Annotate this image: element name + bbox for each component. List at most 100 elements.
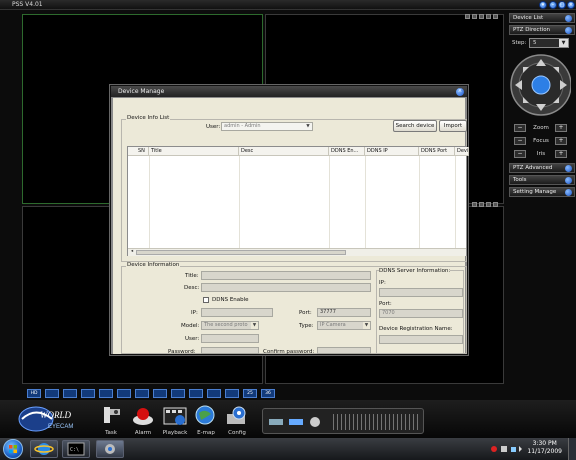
desc-field[interactable] bbox=[201, 283, 371, 292]
dialog-title: Device Manage bbox=[118, 88, 165, 95]
pane-control-icon[interactable] bbox=[472, 14, 477, 19]
tools-header[interactable]: Tools bbox=[509, 175, 575, 185]
layout-button-hd[interactable]: HD bbox=[27, 389, 41, 398]
horizontal-scrollbar[interactable]: ◂ bbox=[128, 248, 466, 256]
focus-in-button[interactable]: + bbox=[555, 137, 567, 145]
focus-out-button[interactable]: − bbox=[514, 137, 526, 145]
column-ddns-ip[interactable]: DDNS IP bbox=[365, 147, 419, 156]
ddns-enable-checkbox[interactable] bbox=[203, 297, 209, 303]
ptz-advanced-header[interactable]: PTZ Advanced bbox=[509, 163, 575, 173]
iris-open-button[interactable]: + bbox=[555, 150, 567, 158]
dialog-body: Device Info List User: admin - Admin ▼ S… bbox=[113, 98, 469, 355]
import-button[interactable]: Import bbox=[439, 120, 467, 132]
step-select[interactable]: 5 ▼ bbox=[529, 38, 569, 48]
pss-taskbar-icon[interactable] bbox=[96, 440, 124, 458]
layout-button[interactable] bbox=[225, 389, 239, 398]
device-list-header[interactable]: Device List bbox=[509, 13, 575, 23]
title-field[interactable] bbox=[201, 271, 371, 280]
model-select[interactable]: The second proto ▼ bbox=[201, 321, 259, 330]
layout-button[interactable] bbox=[63, 389, 77, 398]
layout-button[interactable] bbox=[117, 389, 131, 398]
start-button[interactable] bbox=[3, 439, 23, 459]
command-prompt-taskbar-icon[interactable]: C:\ bbox=[62, 440, 90, 458]
layout-button[interactable] bbox=[99, 389, 113, 398]
scroll-left-icon[interactable]: ◂ bbox=[128, 249, 136, 256]
pane-control-icon[interactable] bbox=[472, 202, 477, 207]
port-field[interactable]: 37777 bbox=[317, 308, 371, 317]
iris-close-button[interactable]: − bbox=[514, 150, 526, 158]
volume-icon bbox=[310, 417, 320, 427]
device-registration-name-field[interactable] bbox=[379, 335, 463, 344]
layout-button-25[interactable]: 25 bbox=[243, 389, 257, 398]
volume-slider[interactable] bbox=[333, 414, 419, 430]
ddns-port-field[interactable]: 7070 bbox=[379, 309, 463, 318]
pane-control-icon[interactable] bbox=[479, 202, 484, 207]
column-title[interactable]: Title bbox=[149, 147, 239, 156]
alarm-icon[interactable] bbox=[130, 404, 156, 428]
ddns-ip-field[interactable] bbox=[379, 288, 463, 297]
collapse-icon[interactable] bbox=[565, 189, 572, 196]
column-ddns-port[interactable]: DDNS Port bbox=[419, 147, 455, 156]
close-icon[interactable]: × bbox=[456, 88, 464, 96]
layout-button[interactable] bbox=[207, 389, 221, 398]
pane-control-icon[interactable] bbox=[465, 14, 470, 19]
menu-button[interactable]: ▾ bbox=[539, 1, 547, 9]
layout-button[interactable] bbox=[189, 389, 203, 398]
collapse-icon[interactable] bbox=[565, 165, 572, 172]
user-select[interactable]: admin - Admin ▼ bbox=[221, 122, 313, 131]
password-field[interactable] bbox=[201, 347, 259, 354]
column-ddns-enable[interactable]: DDNS En... bbox=[329, 147, 365, 156]
layout-button-36[interactable]: 36 bbox=[261, 389, 275, 398]
pane-control-icon[interactable] bbox=[479, 14, 484, 19]
collapse-icon[interactable] bbox=[565, 15, 572, 22]
step-label: Step: bbox=[512, 40, 527, 46]
ptz-direction-header[interactable]: PTZ Direction bbox=[509, 25, 575, 35]
show-desktop-button[interactable] bbox=[568, 438, 576, 460]
pane-control-icon[interactable] bbox=[486, 202, 491, 207]
ptz-joystick[interactable] bbox=[509, 53, 571, 117]
search-device-button[interactable]: Search device bbox=[393, 120, 437, 132]
zoom-in-button[interactable]: + bbox=[555, 124, 567, 132]
device-list-label: Device List bbox=[513, 15, 544, 21]
windows-taskbar: C:\ 3:30 PM 11/17/2009 bbox=[0, 438, 576, 460]
confirm-password-field[interactable] bbox=[317, 347, 371, 354]
internet-explorer-taskbar-icon[interactable] bbox=[30, 440, 58, 458]
collapse-icon[interactable] bbox=[565, 27, 572, 34]
taskbar-clock[interactable]: 3:30 PM 11/17/2009 bbox=[527, 440, 562, 456]
port-label: Port: bbox=[299, 310, 312, 316]
column-sn[interactable]: SN bbox=[136, 147, 149, 156]
pane-control-icon[interactable] bbox=[493, 14, 498, 19]
ptz-direction-label: PTZ Direction bbox=[513, 27, 551, 33]
minimize-button[interactable]: – bbox=[549, 1, 557, 9]
world-eyecam-logo: WORLD EYECAM bbox=[18, 406, 73, 432]
ip-field[interactable] bbox=[201, 308, 273, 317]
zoom-out-button[interactable]: − bbox=[514, 124, 526, 132]
pane-control-icon[interactable] bbox=[486, 14, 491, 19]
system-tray-icons[interactable] bbox=[490, 444, 524, 454]
column-device[interactable]: Devic bbox=[455, 147, 469, 156]
user-field[interactable] bbox=[201, 334, 259, 343]
device-information-title: Device Information bbox=[126, 262, 181, 268]
model-label: Model: bbox=[181, 323, 200, 329]
layout-button[interactable] bbox=[45, 389, 59, 398]
emap-icon[interactable] bbox=[193, 404, 219, 428]
close-button[interactable]: × bbox=[567, 1, 575, 9]
type-select[interactable]: IP Camera ▼ bbox=[317, 321, 371, 330]
task-icon[interactable] bbox=[98, 404, 124, 428]
layout-button[interactable] bbox=[171, 389, 185, 398]
maximize-button[interactable]: □ bbox=[558, 1, 566, 9]
playback-icon[interactable] bbox=[162, 404, 188, 428]
collapse-icon[interactable] bbox=[565, 177, 572, 184]
layout-button[interactable] bbox=[153, 389, 167, 398]
layout-button[interactable] bbox=[135, 389, 149, 398]
scrollbar-thumb[interactable] bbox=[136, 250, 346, 255]
playback-controls bbox=[262, 408, 424, 434]
config-icon[interactable] bbox=[224, 404, 250, 428]
layout-button[interactable] bbox=[81, 389, 95, 398]
pane-control-icon[interactable] bbox=[493, 202, 498, 207]
right-control-panel: Device List PTZ Direction Step: 5 ▼ − Zo… bbox=[509, 13, 575, 198]
bottom-bar: WORLD EYECAM Task Alarm Playback E-map C… bbox=[0, 400, 576, 438]
setting-manage-header[interactable]: Setting Manage bbox=[509, 187, 575, 197]
column-desc[interactable]: Desc bbox=[239, 147, 329, 156]
device-table[interactable]: SN Title Desc DDNS En... DDNS IP DDNS Po… bbox=[127, 146, 469, 256]
